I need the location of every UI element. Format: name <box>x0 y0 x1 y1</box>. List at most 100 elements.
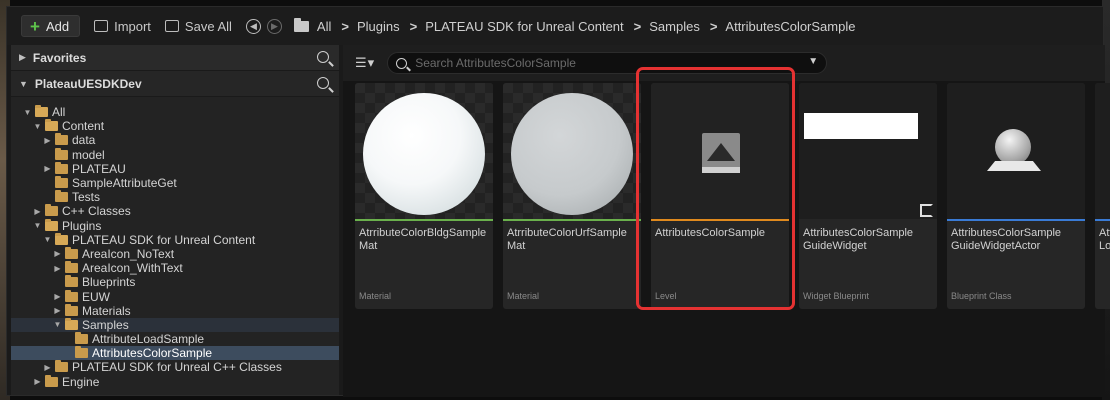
breadcrumb-plugins[interactable]: Plugins <box>357 19 400 34</box>
folder-icon <box>75 332 88 345</box>
asset-thumbnail <box>799 83 937 219</box>
breadcrumb-plateau-content[interactable]: PLATEAU SDK for Unreal Content <box>425 19 623 34</box>
collapsed-arrow-icon[interactable]: ▶ <box>43 363 52 372</box>
collapsed-arrow-icon[interactable]: ▶ <box>53 306 62 315</box>
project-header[interactable]: ▼ PlateauUESDKDev <box>11 71 339 97</box>
import-label: Import <box>114 18 151 34</box>
plus-icon: + <box>30 16 40 36</box>
breadcrumb-all[interactable]: All <box>317 19 331 34</box>
tree-item[interactable]: ▼ All <box>11 105 339 119</box>
asset-type-label: Widget Blueprint <box>803 291 870 301</box>
actor-sphere-icon <box>995 129 1031 165</box>
expanded-arrow-icon[interactable]: ▼ <box>33 221 42 230</box>
tree-item[interactable]: ▶ AreaIcon_WithText <box>11 261 339 275</box>
tree-item[interactable]: ▶ AreaIcon_NoText <box>11 246 339 261</box>
tree-item[interactable]: SampleAttributeGet <box>11 176 339 190</box>
folder-icon <box>65 289 78 302</box>
breadcrumb-separator-icon[interactable]: > <box>710 19 718 34</box>
asset-tile[interactable]: AtrributeColorBldgSample Mat Material <box>355 83 493 309</box>
sources-panel: ▶ Favorites ▼ PlateauUESDKDev ▼ All ▼ Conte… <box>11 45 339 395</box>
tree-item[interactable]: ▼ PLATEAU SDK for Unreal Content <box>11 232 339 247</box>
tree-item[interactable]: ▼ Content <box>11 119 339 133</box>
asset-search-input[interactable]: Search AttributesColorSample ▼ <box>387 52 828 74</box>
tree-item[interactable]: ▶ PLATEAU <box>11 161 339 176</box>
favorites-header[interactable]: ▶ Favorites <box>11 45 339 71</box>
folder-icon <box>55 360 68 373</box>
collapsed-arrow-icon[interactable]: ▶ <box>43 136 52 145</box>
material-sphere-icon <box>511 93 633 215</box>
collapsed-arrow-icon[interactable]: ▶ <box>53 292 62 301</box>
folder-icon <box>45 218 58 231</box>
asset-name: AttributesColorSample GuideWidgetActor <box>951 227 1062 252</box>
tree-item-label: AttributesColorSample <box>92 346 213 361</box>
folder-icon <box>55 133 68 146</box>
asset-thumbnail <box>947 83 1085 219</box>
tree-item[interactable]: ▶ EUW <box>11 289 339 304</box>
breadcrumb-separator-icon[interactable]: > <box>341 19 349 34</box>
content-browser-window: + Add Import Save All ◀ ▶ All > Plugins … <box>6 6 1110 397</box>
breadcrumb-separator-icon[interactable]: > <box>410 19 418 34</box>
filter-icon[interactable]: ☰▾ <box>355 55 375 71</box>
save-all-button[interactable]: Save All <box>164 19 232 34</box>
asset-name: AtrributeColorUrfSample Mat <box>507 227 627 252</box>
expanded-arrow-icon[interactable]: ▼ <box>23 108 32 117</box>
tree-item-label: Engine <box>62 374 100 389</box>
chevron-down-icon[interactable]: ▼ <box>808 56 818 67</box>
folder-icon <box>55 147 68 160</box>
collapsed-arrow-icon[interactable]: ▶ <box>33 377 42 386</box>
asset-name: AtrributeColorBldgSample Mat <box>359 227 487 252</box>
asset-thumbnail <box>1095 83 1110 219</box>
asset-tile[interactable]: AtrributeColorUrfSample Mat Material <box>503 83 641 309</box>
back-icon[interactable]: ◀ <box>245 18 261 34</box>
widget-preview-image <box>804 113 918 139</box>
tree-item-label: EUW <box>82 289 110 304</box>
tree-item[interactable]: AttributesColorSample <box>11 346 339 361</box>
collapsed-arrow-icon: ▶ <box>19 52 26 62</box>
tree-item[interactable]: ▼ Samples <box>11 317 339 332</box>
tree-item-label: C++ Classes <box>62 204 131 219</box>
add-button[interactable]: + Add <box>21 15 81 37</box>
forward-icon[interactable]: ▶ <box>266 18 282 34</box>
collapsed-arrow-icon[interactable]: ▶ <box>53 264 62 273</box>
add-label: Add <box>45 18 70 34</box>
tree-item[interactable]: model <box>11 147 339 162</box>
tree-item[interactable]: ▶ PLATEAU SDK for Unreal C++ Classes <box>11 360 339 374</box>
tree-item[interactable]: ▼ Plugins <box>11 218 339 233</box>
tree-item[interactable]: ▶ C++ Classes <box>11 204 339 218</box>
folder-icon <box>55 190 68 203</box>
search-icon[interactable] <box>317 51 329 63</box>
tree-item-label: Samples <box>82 317 129 332</box>
breadcrumb-separator-icon[interactable]: > <box>634 19 642 34</box>
tree-item-label: AreaIcon_NoText <box>82 246 175 261</box>
asset-tile[interactable]: AttributesColorSample Level <box>651 83 789 309</box>
tree-item[interactable]: ▶ data <box>11 133 339 147</box>
asset-tile[interactable]: AttributesColorSample GuideWidgetActor Bl… <box>947 83 1085 309</box>
tree-item[interactable]: AttributeLoadSample <box>11 332 339 346</box>
asset-tile[interactable]: AttributesColorSample GuideWidget Widget … <box>799 83 937 309</box>
folder-tree: ▼ All ▼ Content ▶ data model ▶ PLATEAU SampleAttr… <box>11 105 339 389</box>
tree-item-label: data <box>72 133 96 148</box>
tree-item[interactable]: ▶ Engine <box>11 374 339 389</box>
breadcrumb-current-folder[interactable]: AttributesColorSample <box>725 19 855 34</box>
search-icon[interactable] <box>317 77 329 89</box>
search-placeholder: Search AttributesColorSample <box>415 56 576 70</box>
folder-icon[interactable] <box>293 17 309 32</box>
folder-icon <box>55 176 68 189</box>
asset-type-label: Blueprint Class <box>951 291 1012 301</box>
tree-item[interactable]: ▶ Materials <box>11 303 339 318</box>
import-button[interactable]: Import <box>94 19 151 34</box>
tree-item-label: AreaIcon_WithText <box>82 261 183 276</box>
collapsed-arrow-icon[interactable]: ▶ <box>53 249 62 258</box>
tree-item[interactable]: Tests <box>11 190 339 204</box>
asset-tile[interactable]: Attr Lo <box>1095 83 1110 309</box>
collapsed-arrow-icon[interactable]: ▶ <box>43 164 52 173</box>
tree-item-label: Content <box>62 119 105 134</box>
expanded-arrow-icon[interactable]: ▼ <box>43 235 52 244</box>
folder-icon <box>65 303 78 316</box>
breadcrumb-samples[interactable]: Samples <box>649 19 700 34</box>
expanded-arrow-icon[interactable]: ▼ <box>33 122 42 131</box>
expanded-arrow-icon[interactable]: ▼ <box>53 320 62 329</box>
collapsed-arrow-icon[interactable]: ▶ <box>33 207 42 216</box>
tree-item[interactable]: Blueprints <box>11 275 339 289</box>
folder-icon <box>75 346 88 359</box>
